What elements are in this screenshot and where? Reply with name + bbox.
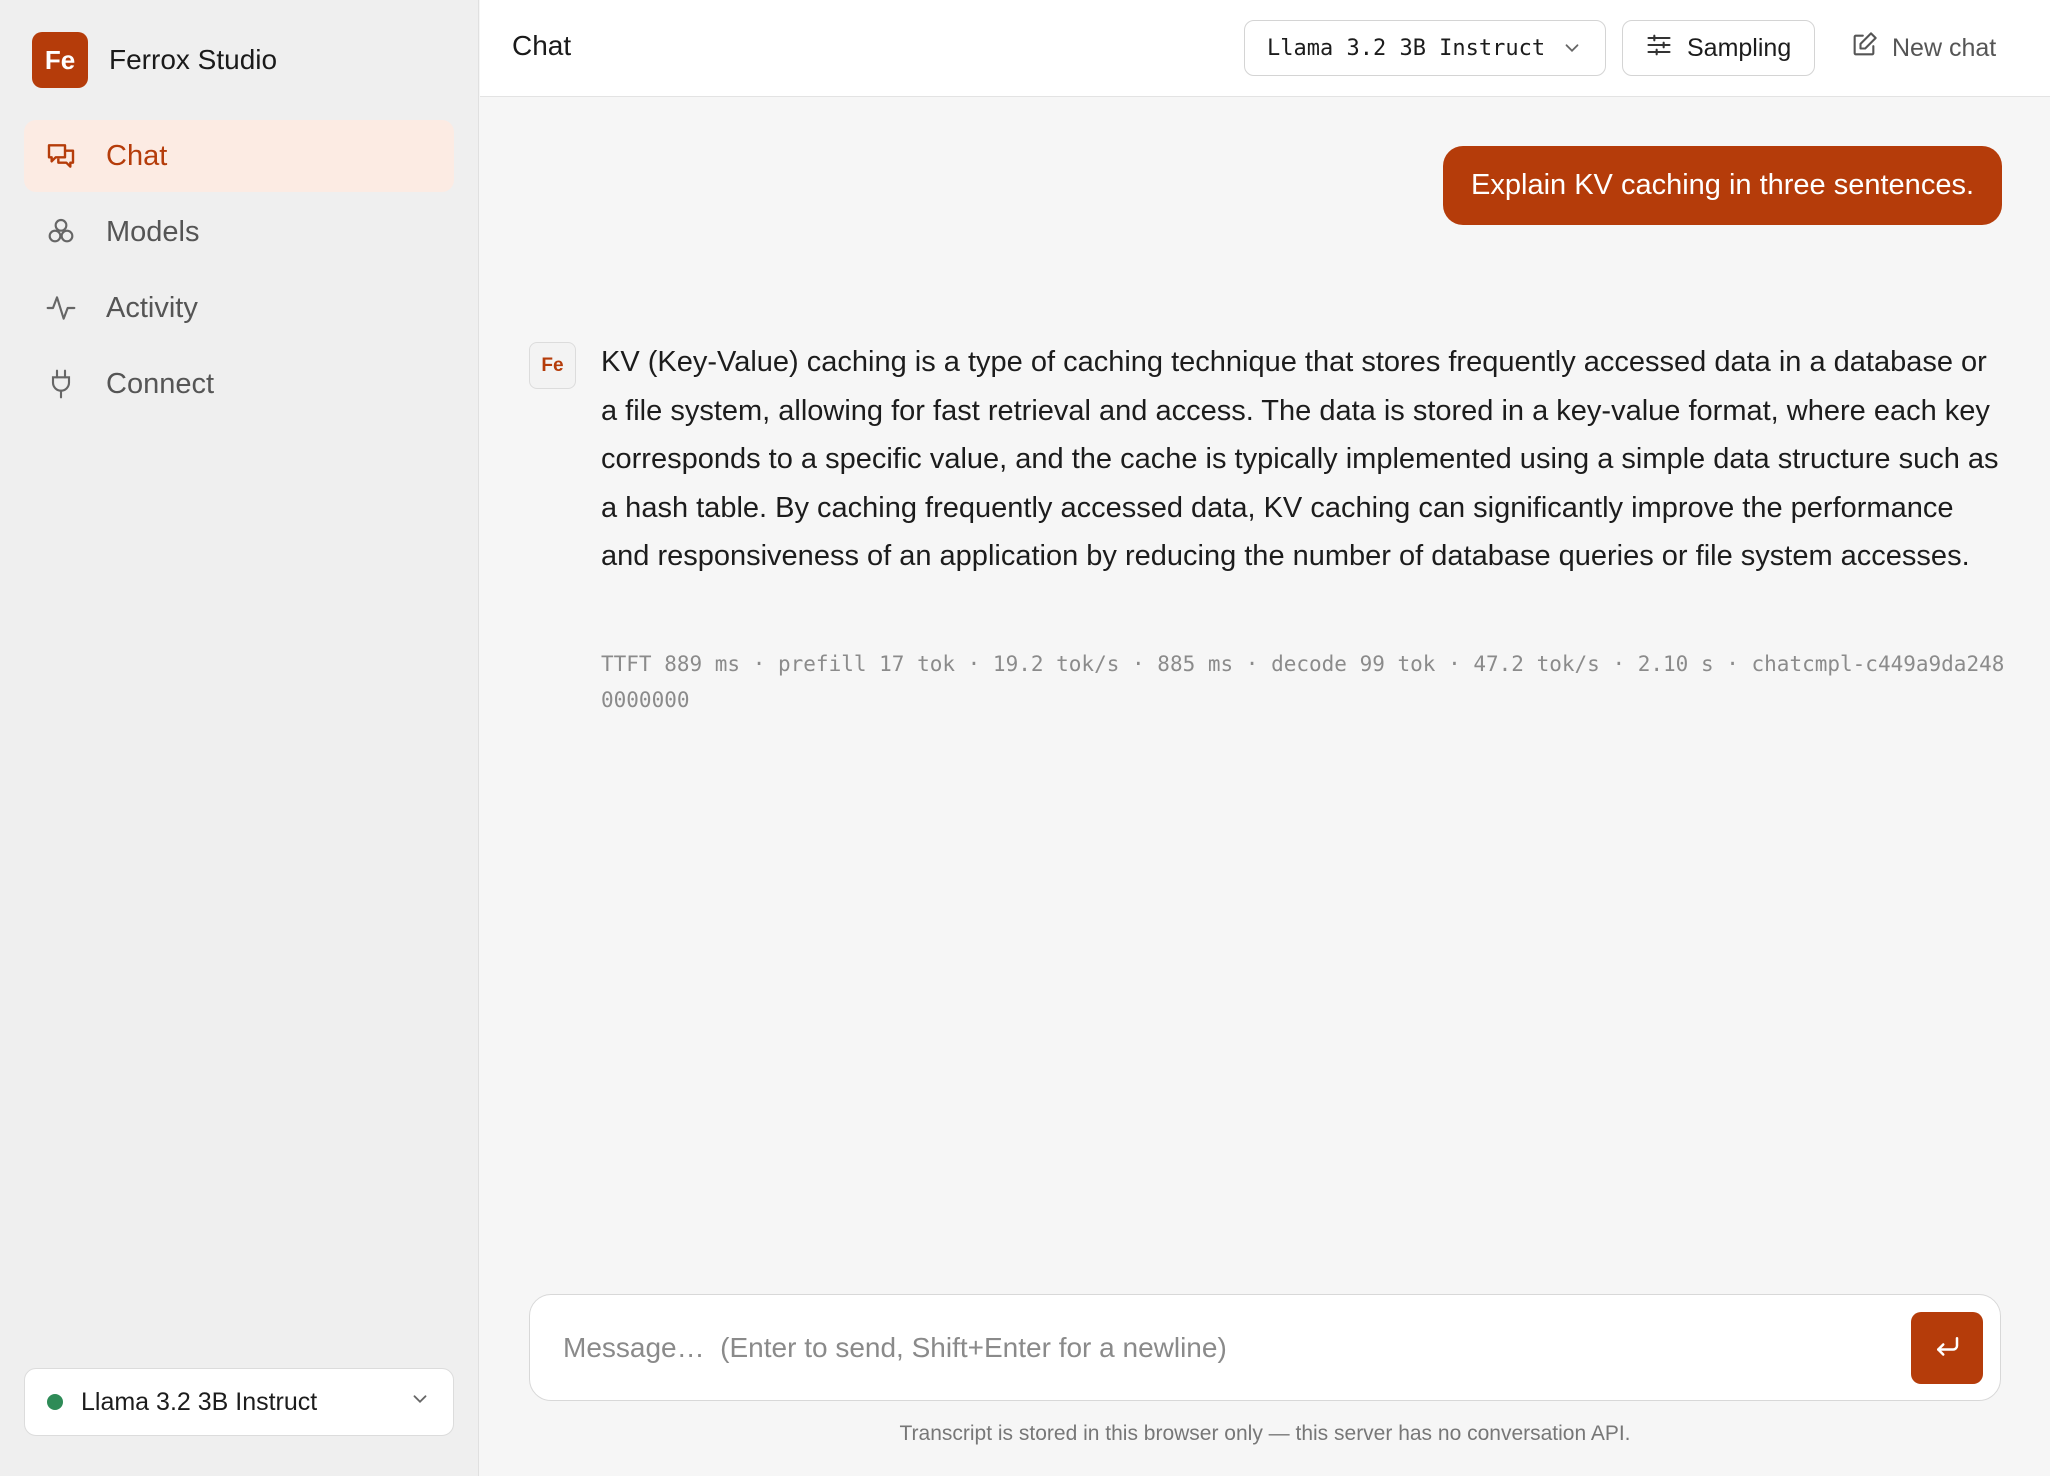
new-chat-button[interactable]: New chat — [1850, 20, 1996, 76]
sliders-icon — [1645, 31, 1673, 66]
user-message: Explain KV caching in three sentences. — [1443, 146, 2002, 225]
sidebar-model-label: Llama 3.2 3B Instruct — [81, 1387, 318, 1416]
message-input[interactable] — [563, 1295, 1893, 1400]
sidebar-item-label: Connect — [106, 367, 215, 400]
message-composer — [529, 1294, 2001, 1401]
sidebar: Fe Ferrox Studio Chat Models Activity Co… — [0, 0, 479, 1476]
model-dropdown[interactable]: Llama 3.2 3B Instruct — [1244, 20, 1606, 76]
assistant-message: KV (Key-Value) caching is a type of cach… — [601, 346, 1999, 573]
sidebar-item-activity[interactable]: Activity — [24, 272, 454, 344]
model-dropdown-label: Llama 3.2 3B Instruct — [1267, 35, 1546, 61]
top-bar: Chat Llama 3.2 3B Instruct Sampling New … — [480, 0, 2050, 97]
new-chat-label: New chat — [1892, 33, 1997, 62]
brand[interactable]: Fe Ferrox Studio — [32, 32, 277, 88]
status-dot — [47, 1394, 63, 1410]
brand-logo: Fe — [32, 32, 88, 88]
sampling-label: Sampling — [1687, 33, 1792, 62]
assistant-avatar: Fe — [529, 342, 576, 389]
sidebar-item-connect[interactable]: Connect — [24, 348, 454, 420]
edit-icon — [1850, 31, 1878, 66]
enter-arrow-icon — [1932, 1332, 1962, 1365]
page-title: Chat — [512, 30, 572, 61]
sidebar-model-selector[interactable]: Llama 3.2 3B Instruct — [24, 1368, 454, 1436]
activity-pulse-icon — [44, 291, 78, 325]
sidebar-nav: Chat Models Activity Connect — [24, 120, 454, 424]
brand-name: Ferrox Studio — [109, 44, 278, 75]
send-button[interactable] — [1911, 1312, 1983, 1384]
cubes-icon — [44, 215, 78, 249]
chevron-down-icon — [409, 1388, 431, 1417]
sampling-button[interactable]: Sampling — [1622, 20, 1815, 76]
sidebar-item-label: Chat — [106, 139, 168, 172]
sidebar-item-label: Models — [106, 215, 200, 248]
footer-note: Transcript is stored in this browser onl… — [899, 1422, 1631, 1445]
chat-bubbles-icon — [44, 139, 78, 173]
chevron-down-icon — [1561, 37, 1583, 65]
sidebar-item-chat[interactable]: Chat — [24, 120, 454, 192]
sidebar-item-models[interactable]: Models — [24, 196, 454, 268]
plug-icon — [44, 367, 78, 401]
sidebar-item-label: Activity — [106, 291, 198, 324]
assistant-message-stats: TTFT 889 ms · prefill 17 tok · 19.2 tok/… — [601, 652, 2005, 712]
